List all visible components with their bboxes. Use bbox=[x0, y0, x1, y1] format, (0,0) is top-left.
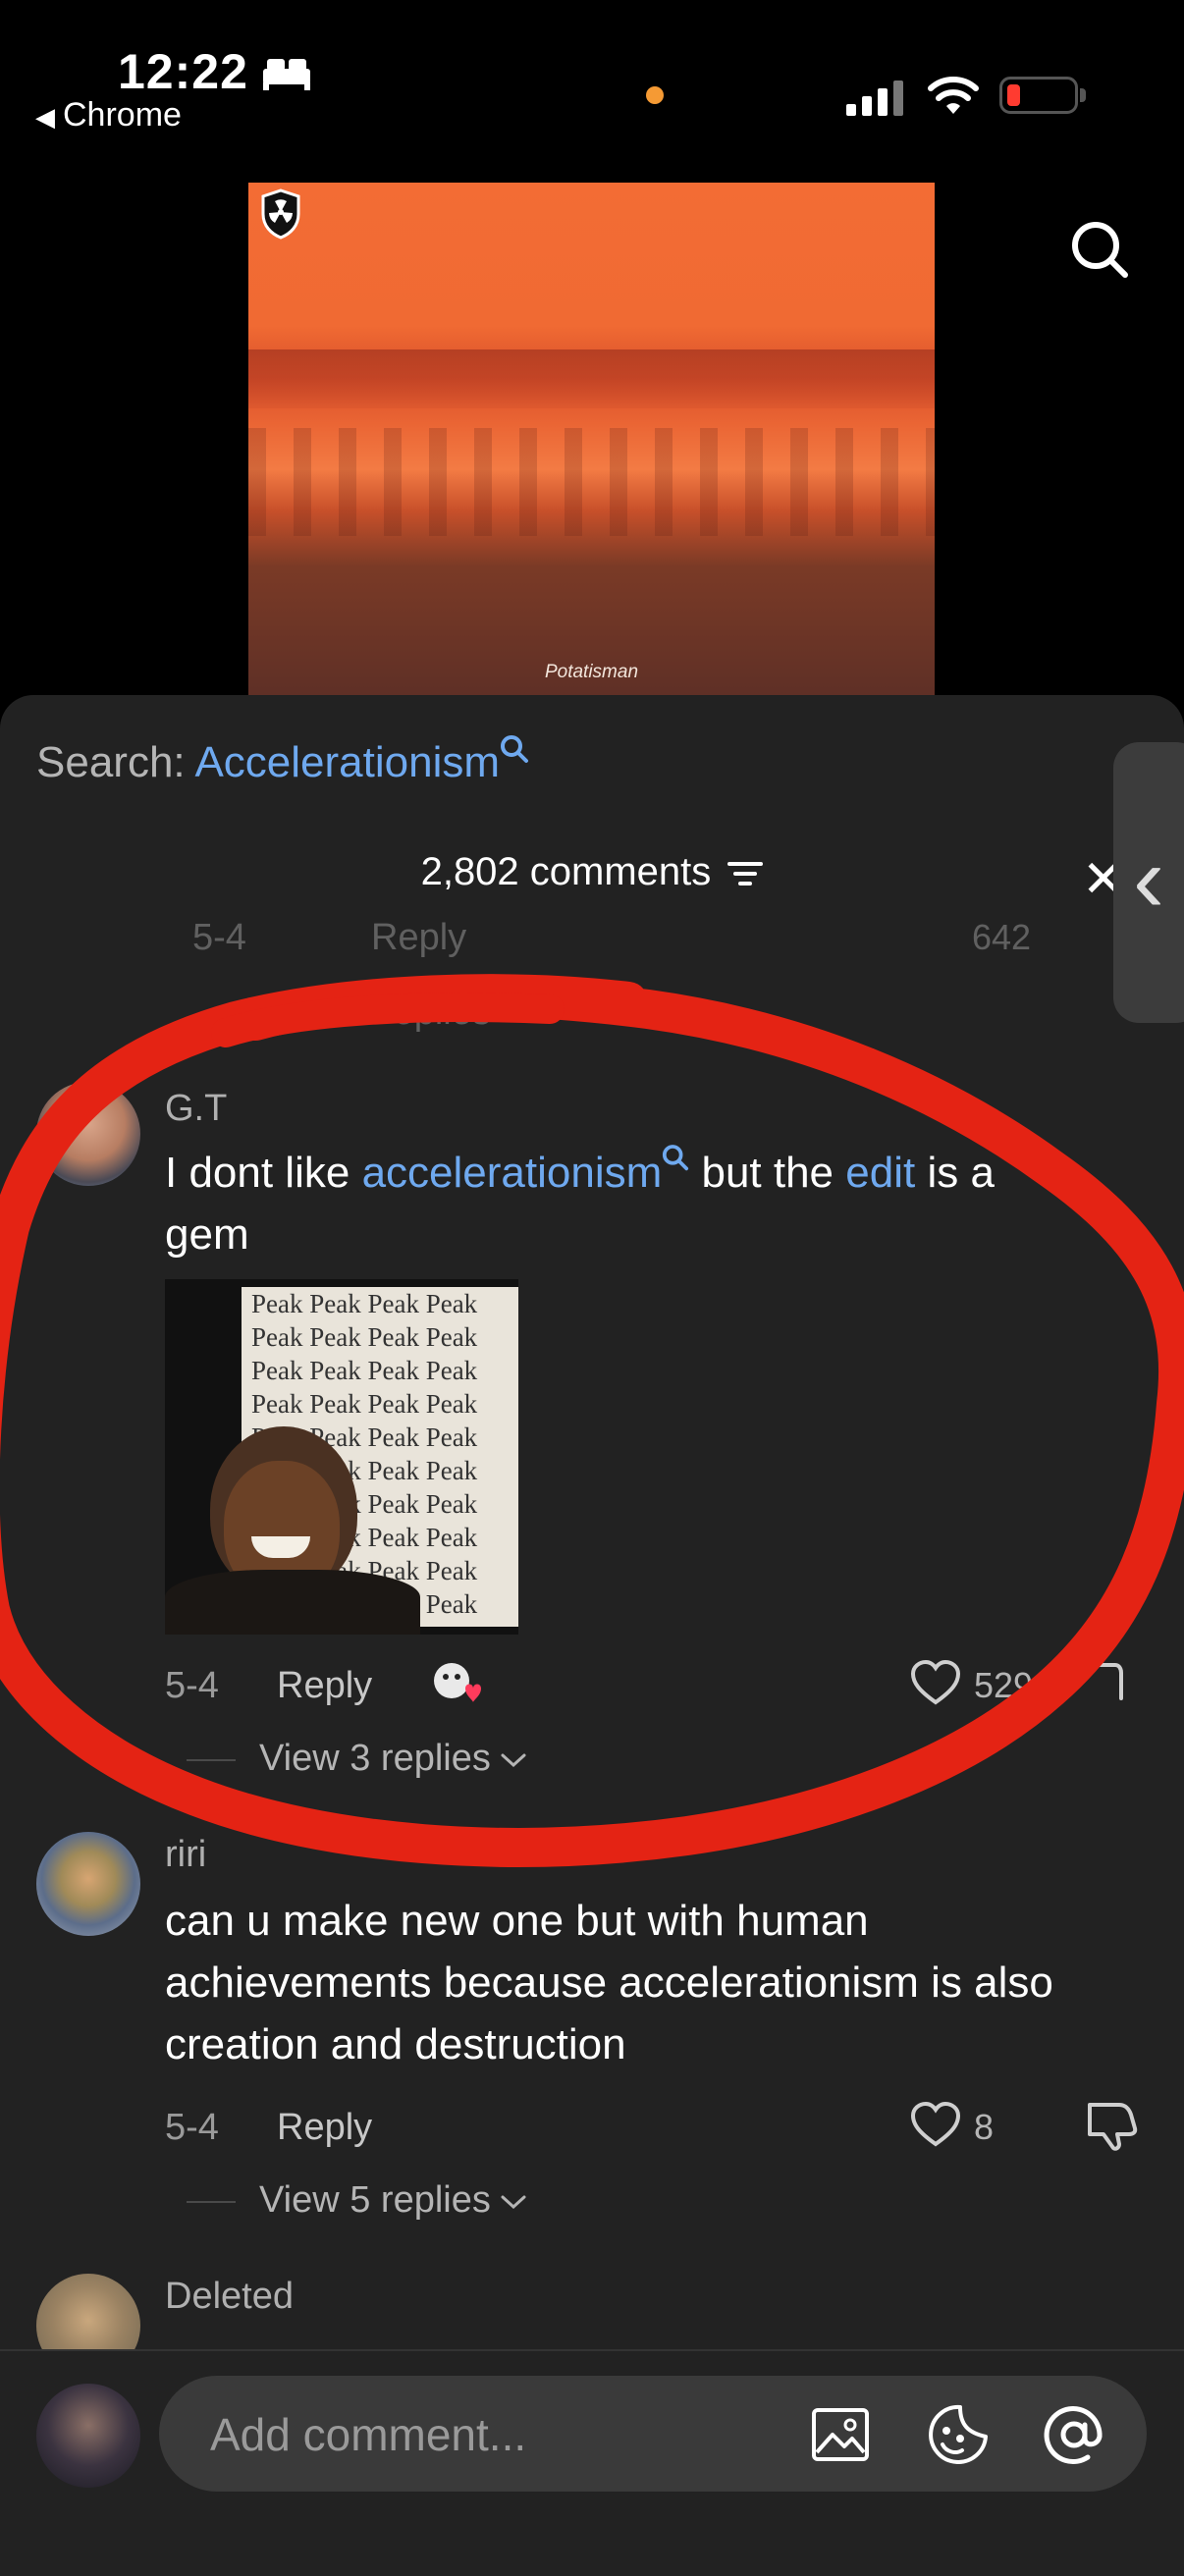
side-panel-tab[interactable]: ‹ bbox=[1113, 742, 1184, 1023]
comment-date: 5-4 bbox=[165, 1665, 219, 1706]
comment-text-line2: gem bbox=[165, 1210, 249, 1259]
heart-icon[interactable] bbox=[909, 1659, 962, 1706]
battery-icon bbox=[999, 77, 1078, 114]
comment-text-part: I dont like bbox=[165, 1149, 362, 1197]
gif-peak-text: Peak bbox=[251, 1289, 303, 1318]
video-player[interactable]: Potatisman bbox=[248, 183, 935, 695]
comment-text-part: but the bbox=[689, 1149, 846, 1197]
back-app-label: Chrome bbox=[63, 96, 182, 134]
reply-button[interactable]: Reply bbox=[277, 2107, 372, 2149]
comment-input-box[interactable] bbox=[159, 2376, 1147, 2494]
at-icon[interactable] bbox=[1043, 2403, 1105, 2466]
view-replies-button[interactable]: View 3 replies bbox=[259, 1738, 528, 1780]
prev-comment-date: 5-4 bbox=[192, 917, 246, 958]
bed-icon bbox=[263, 59, 310, 90]
creator-liked-icon bbox=[434, 1663, 481, 1702]
comment-username[interactable]: G.T bbox=[165, 1088, 227, 1130]
search-prefix: Search: bbox=[36, 738, 195, 786]
filter-icon[interactable] bbox=[727, 859, 764, 888]
comments-count-header[interactable]: 2,802 comments bbox=[0, 850, 1184, 894]
dislike-icon[interactable] bbox=[1086, 2099, 1141, 2152]
view-replies-label: View 5 replies bbox=[259, 2179, 491, 2221]
gif-person-shirt bbox=[165, 1570, 420, 1635]
like-count: 529 bbox=[974, 1665, 1034, 1705]
chevron-left-icon: ‹ bbox=[1133, 827, 1164, 932]
search-small-icon bbox=[663, 1145, 689, 1171]
comment-input[interactable] bbox=[208, 2376, 762, 2494]
edit-link[interactable]: edit bbox=[845, 1149, 915, 1197]
my-avatar[interactable] bbox=[36, 2384, 140, 2488]
video-watermark: Potatisman bbox=[544, 662, 639, 682]
comment-text: can u make new one but with human achiev… bbox=[165, 1897, 1053, 2068]
hashtag-link[interactable]: accelerationism bbox=[362, 1149, 663, 1197]
replies-divider bbox=[187, 2201, 236, 2203]
video-horizon bbox=[248, 349, 935, 408]
back-triangle-icon: ◀ bbox=[35, 102, 55, 132]
comment-text-part: is a bbox=[915, 1149, 995, 1197]
cellular-signal-icon bbox=[846, 80, 903, 116]
battery-tip bbox=[1080, 88, 1086, 102]
chevron-down-icon bbox=[501, 1753, 526, 1768]
privacy-dot bbox=[646, 86, 664, 104]
search-icon[interactable] bbox=[1068, 218, 1131, 281]
comment-username[interactable]: riri bbox=[165, 1834, 206, 1876]
avatar[interactable] bbox=[36, 1082, 140, 1186]
reply-button[interactable]: Reply bbox=[277, 1665, 372, 1707]
comment-username[interactable]: Deleted bbox=[165, 2276, 294, 2318]
chevron-down-icon bbox=[501, 2195, 526, 2210]
replies-divider bbox=[187, 1759, 236, 1761]
radiation-shield-icon bbox=[261, 188, 300, 240]
search-term-link[interactable]: Accelerationism bbox=[194, 738, 500, 786]
image-icon[interactable] bbox=[811, 2407, 870, 2462]
view-replies-button[interactable]: View 5 replies bbox=[259, 2179, 528, 2222]
status-time: 12:22 bbox=[118, 44, 248, 99]
emoji-icon[interactable] bbox=[927, 2403, 990, 2466]
search-suggestion[interactable]: Search: Accelerationism bbox=[36, 735, 529, 787]
comments-count: 2,802 comments bbox=[420, 850, 712, 893]
search-small-icon bbox=[501, 735, 528, 763]
comment-gif-image[interactable]: Peak Peak Peak Peak Peak Peak Peak Peak … bbox=[165, 1279, 518, 1635]
dislike-icon[interactable] bbox=[1086, 1659, 1125, 1706]
avatar[interactable] bbox=[36, 1832, 140, 1936]
like-count: 8 bbox=[974, 2107, 995, 2147]
prev-comment-likes: 642 bbox=[972, 917, 1032, 957]
wifi-icon bbox=[928, 77, 979, 114]
view-replies-label: View 3 replies bbox=[259, 1738, 491, 1779]
prev-comment-reply[interactable]: Reply bbox=[371, 917, 466, 959]
heart-icon[interactable] bbox=[909, 2101, 962, 2148]
video-ground bbox=[248, 428, 935, 536]
comment-text: I dont like accelerationism but the edit… bbox=[165, 1142, 1157, 1204]
back-to-app-link[interactable]: ◀ Chrome bbox=[35, 96, 182, 134]
prev-comment-view-replies[interactable]: View 2 replies bbox=[259, 992, 491, 1034]
comment-date: 5-4 bbox=[165, 2107, 219, 2148]
